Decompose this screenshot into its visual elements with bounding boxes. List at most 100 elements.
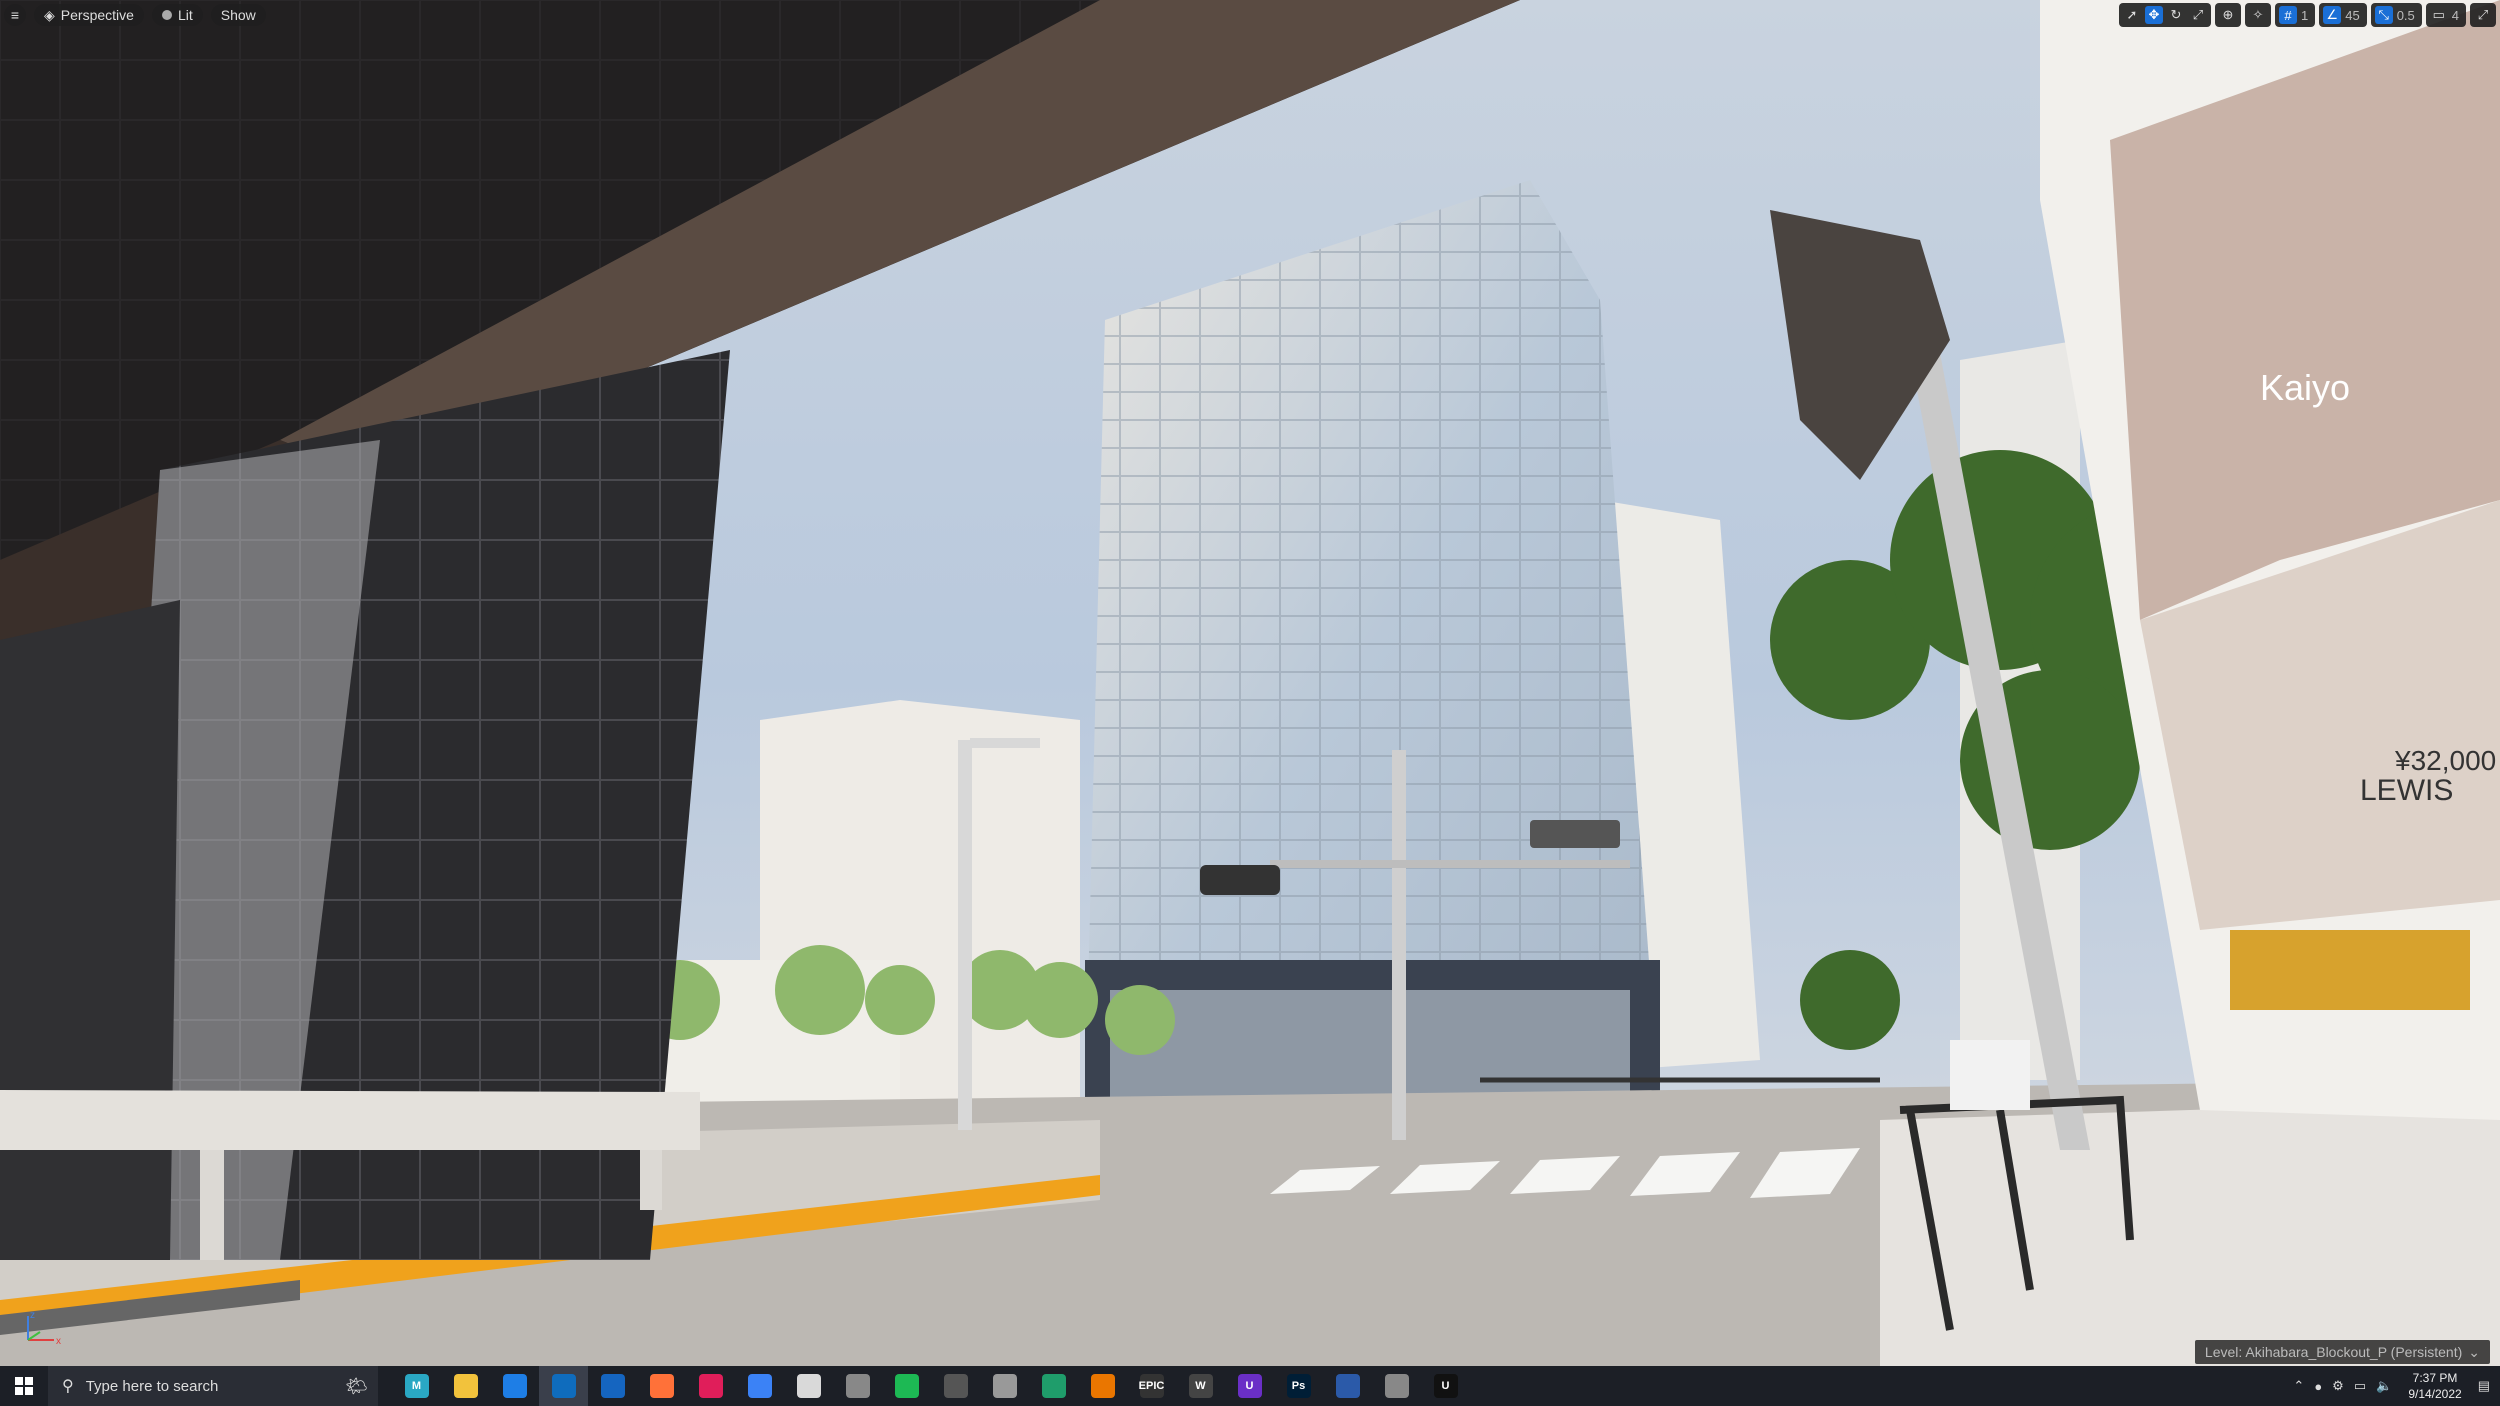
taskbar-app-app-14[interactable] xyxy=(1029,1366,1078,1406)
scale-icon[interactable]: ⤢ xyxy=(2189,6,2207,24)
maximize-viewport: ⤢ xyxy=(2470,3,2496,27)
clock-date: 9/14/2022 xyxy=(2408,1387,2462,1401)
rotate-icon[interactable]: ↻ xyxy=(2167,6,2185,24)
viewport-toolbar-left: ≡ ◈ Perspective Lit Show xyxy=(4,4,266,26)
sign-price: ¥32,000 xyxy=(2394,745,2496,776)
taskbar-app-app-21[interactable] xyxy=(1372,1366,1421,1406)
app-17-icon: W xyxy=(1188,1374,1213,1398)
scale-snap-value[interactable]: 0.5 xyxy=(2397,8,2418,23)
slack-icon xyxy=(698,1374,723,1398)
camera-icon[interactable]: ▭ xyxy=(2430,6,2448,24)
taskbar-app-slack[interactable] xyxy=(686,1366,735,1406)
grid-snap-icon[interactable]: # xyxy=(2278,6,2297,24)
chevron-up-icon[interactable]: ⌃ xyxy=(2293,1378,2304,1394)
traffic-light xyxy=(1200,865,1280,895)
clock[interactable]: 7:37 PM 9/14/2022 xyxy=(2408,1370,2461,1402)
search-highlight-icon: 🌤 xyxy=(345,1375,368,1396)
taskbar-app-outlook[interactable] xyxy=(539,1366,588,1406)
taskbar-app-app-17[interactable]: W xyxy=(1176,1366,1225,1406)
taskbar-app-blender[interactable] xyxy=(1078,1366,1127,1406)
security-icon xyxy=(502,1374,527,1398)
outlook-icon xyxy=(551,1374,576,1398)
epic-icon: EPIC xyxy=(1139,1374,1164,1398)
volume-icon[interactable]: 🔈 xyxy=(2376,1378,2392,1394)
taskbar: ⚲ Type here to search 🌤 M EPIC W U Ps U ⌃ ● ⚙… xyxy=(0,1366,2500,1406)
rotation-snap-value[interactable]: 45 xyxy=(2345,8,2362,23)
taskbar-app-davinci[interactable] xyxy=(833,1366,882,1406)
surface-snap: ✧ xyxy=(2244,3,2271,27)
lit-label: Lit xyxy=(177,7,193,23)
sign-kaiyo: Kaiyo xyxy=(2260,367,2350,408)
show-label: Show xyxy=(220,7,256,23)
maximize-icon[interactable]: ⤢ xyxy=(2474,6,2492,24)
translate-icon[interactable]: ✥ xyxy=(2144,6,2163,24)
traffic-pole xyxy=(1392,750,1406,1140)
rotation-snap: ∠ 45 xyxy=(2319,3,2367,27)
axis-gizmo-icon: x z xyxy=(27,1310,61,1347)
search-placeholder: Type here to search xyxy=(85,1377,219,1395)
drive-icon xyxy=(747,1374,772,1398)
svg-text:z: z xyxy=(30,1310,35,1321)
camera-speed-value[interactable]: 4 xyxy=(2452,8,2462,23)
taskbar-app-app-18[interactable]: U xyxy=(1225,1366,1274,1406)
perspective-button[interactable]: ◈ Perspective xyxy=(34,4,144,26)
lit-icon xyxy=(161,10,172,20)
taskbar-app-file-explorer[interactable] xyxy=(441,1366,490,1406)
surface-snap-icon[interactable]: ✧ xyxy=(2249,6,2267,24)
world-space-icon[interactable]: ⊕ xyxy=(2219,6,2237,24)
windows-icon xyxy=(15,1377,33,1395)
blender-icon xyxy=(1090,1374,1115,1398)
davinci-icon xyxy=(845,1374,870,1398)
viewport-scene[interactable]: LEWIS ¥32,000 Kaiyo xyxy=(0,0,2500,1366)
perspective-icon: ◈ xyxy=(44,6,55,23)
scale-snap: ⤡ 0.5 xyxy=(2370,3,2422,27)
show-button[interactable]: Show xyxy=(210,4,266,26)
taskbar-app-spotify[interactable] xyxy=(882,1366,931,1406)
taskbar-app-obs[interactable] xyxy=(931,1366,980,1406)
network-icon[interactable]: ▭ xyxy=(2354,1378,2366,1394)
grid-snap-value[interactable]: 1 xyxy=(2301,8,2311,23)
taskbar-app-drive[interactable] xyxy=(735,1366,784,1406)
tray-settings-icon[interactable]: ⚙ xyxy=(2332,1378,2344,1394)
taskbar-apps: M EPIC W U Ps U xyxy=(392,1366,1470,1406)
viewport-toolbar-right: ➚ ✥ ↻ ⤢ ⊕ ✧ # 1 ∠ 45 ⤡ 0.5 ▭ 4 ⤢ xyxy=(2118,3,2496,27)
coordinate-tools: ⊕ xyxy=(2214,3,2241,27)
tray-app-icon[interactable]: ● xyxy=(2314,1379,2322,1394)
level-name-label[interactable]: Level: Akihabara_Blockout_P (Persistent)… xyxy=(2194,1340,2490,1364)
app-18-icon: U xyxy=(1237,1374,1262,1398)
taskbar-app-app-20[interactable] xyxy=(1323,1366,1372,1406)
app-21-icon xyxy=(1384,1374,1409,1398)
viewport-menu-button[interactable]: ≡ xyxy=(4,4,26,26)
transform-tools: ➚ ✥ ↻ ⤢ xyxy=(2118,3,2211,27)
taskbar-app-firefox[interactable] xyxy=(637,1366,686,1406)
app-13-icon xyxy=(992,1374,1017,1398)
file-explorer-icon xyxy=(453,1374,478,1398)
yellow-shop-sign xyxy=(2230,930,2470,1010)
taskbar-search[interactable]: ⚲ Type here to search 🌤 xyxy=(48,1366,378,1406)
start-button[interactable] xyxy=(0,1366,48,1406)
taskbar-app-photoshop[interactable]: Ps xyxy=(1274,1366,1323,1406)
notification-icon[interactable]: ▤ xyxy=(2478,1378,2490,1394)
guard-rail xyxy=(0,1090,700,1150)
select-icon[interactable]: ➚ xyxy=(2123,6,2141,24)
chevron-down-icon: ⌄ xyxy=(2468,1343,2480,1360)
scale-snap-icon[interactable]: ⤡ xyxy=(2374,6,2393,24)
maya-icon: M xyxy=(404,1374,429,1398)
taskbar-app-unreal[interactable]: U xyxy=(1421,1366,1470,1406)
taskbar-app-app-9[interactable] xyxy=(784,1366,833,1406)
taskbar-app-app-13[interactable] xyxy=(980,1366,1029,1406)
taskbar-app-security[interactable] xyxy=(490,1366,539,1406)
level-viewport[interactable]: LEWIS ¥32,000 Kaiyo ≡ ◈ Perspective Lit … xyxy=(0,0,2500,1366)
photoshop-icon: Ps xyxy=(1286,1374,1311,1398)
rotation-snap-icon[interactable]: ∠ xyxy=(2323,6,2342,24)
svg-text:x: x xyxy=(56,1336,61,1347)
app-20-icon xyxy=(1335,1374,1360,1398)
taskbar-app-shield-app[interactable] xyxy=(588,1366,637,1406)
taskbar-app-epic[interactable]: EPIC xyxy=(1127,1366,1176,1406)
app-9-icon xyxy=(796,1374,821,1398)
unreal-icon: U xyxy=(1433,1374,1458,1398)
bus xyxy=(1950,1040,2030,1110)
shield-app-icon xyxy=(600,1374,625,1398)
taskbar-app-maya[interactable]: M xyxy=(392,1366,441,1406)
lit-button[interactable]: Lit xyxy=(151,4,203,26)
